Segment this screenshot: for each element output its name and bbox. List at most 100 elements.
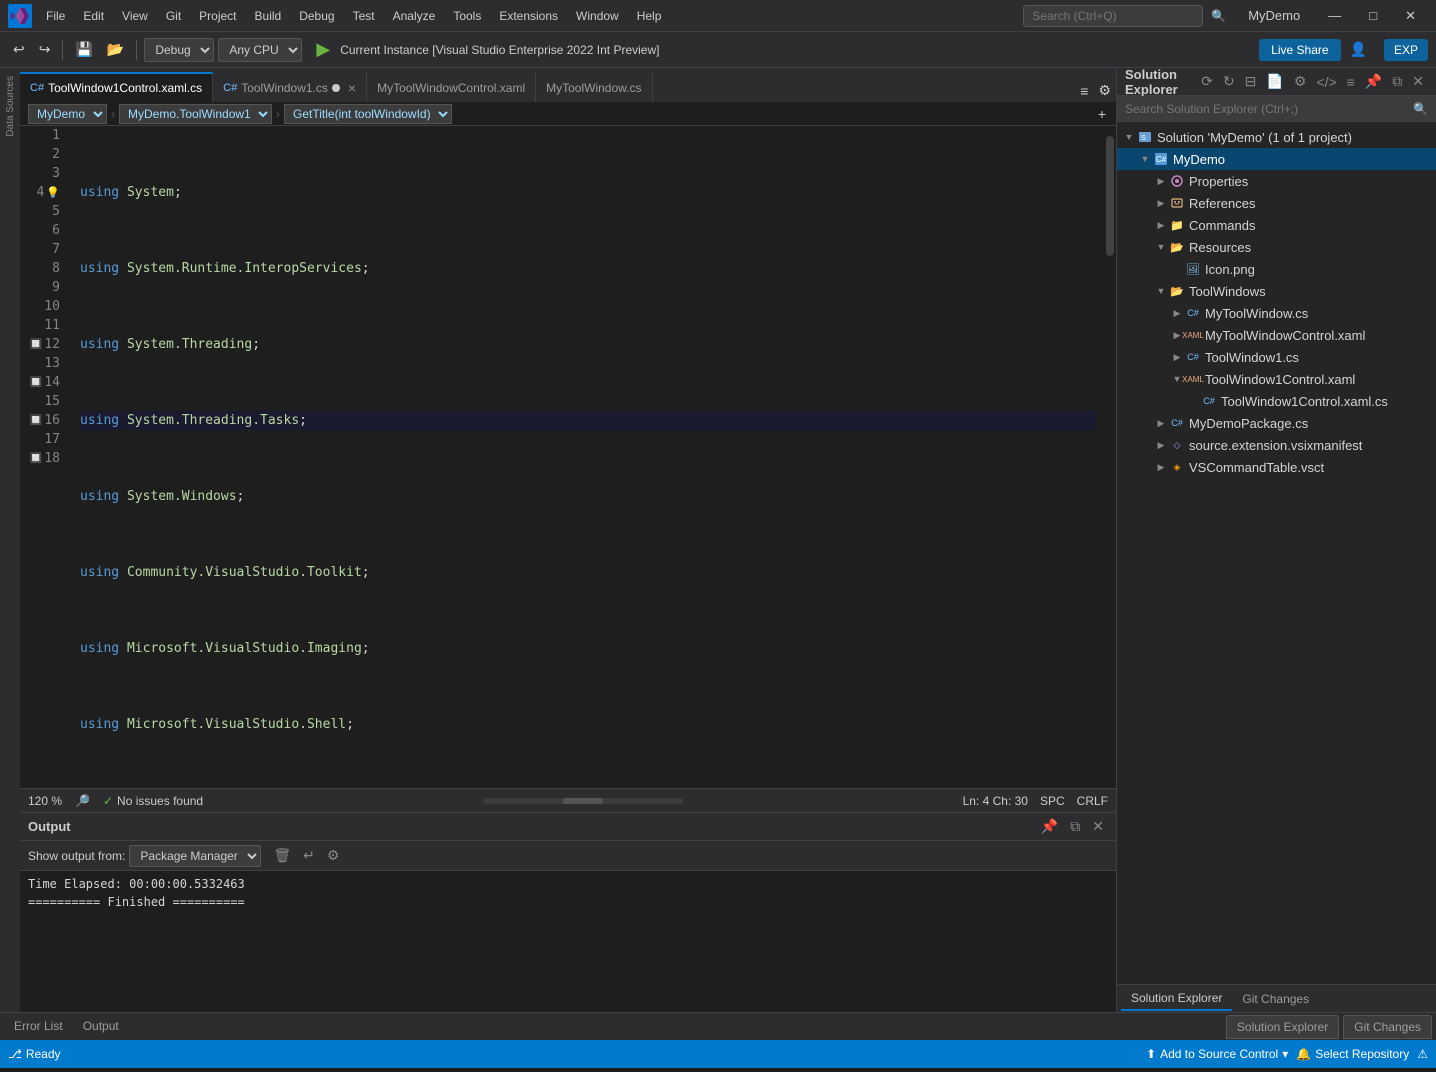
profile-btn[interactable]: 👤 — [1345, 38, 1372, 61]
expand-mytoolwindow[interactable]: ▶ — [1169, 305, 1185, 321]
toolbar-undo[interactable]: ↩ — [8, 38, 30, 61]
menu-git[interactable]: Git — [158, 5, 189, 27]
editor-scrollbar[interactable] — [1104, 126, 1116, 788]
zoom-icon-btn[interactable]: 🔎 — [70, 791, 95, 811]
output-clear-btn[interactable]: 🗑 — [269, 845, 295, 866]
output-close-btn[interactable]: ✕ — [1088, 816, 1108, 837]
toolbar-open[interactable]: 📂 — [102, 38, 129, 61]
output-source-dropdown[interactable]: Package Manager — [129, 845, 261, 867]
output-float-btn[interactable]: ⧉ — [1066, 816, 1084, 837]
bottom-tab-output[interactable]: Output — [73, 1015, 129, 1039]
menu-search-input[interactable] — [1023, 5, 1203, 27]
se-project-item[interactable]: ▼ C# MyDemo — [1117, 148, 1436, 170]
expand-project[interactable]: ▼ — [1137, 151, 1153, 167]
se-sync-btn[interactable]: ⟳ — [1197, 71, 1217, 92]
se-solution-item[interactable]: ▼ S Solution 'MyDemo' (1 of 1 project) — [1117, 126, 1436, 148]
se-pin-btn[interactable]: 📌 — [1361, 71, 1386, 92]
restore-button[interactable]: □ — [1357, 4, 1389, 27]
expand-vsix[interactable]: ▶ — [1153, 437, 1169, 453]
expand-mydemopkg[interactable]: ▶ — [1153, 415, 1169, 431]
toolbar-redo[interactable]: ↪ — [34, 38, 56, 61]
exp-button[interactable]: EXP — [1384, 39, 1428, 61]
expand-references[interactable]: ▶ — [1153, 195, 1169, 211]
se-toolwindow1control-xaml-cs-item[interactable]: C# ToolWindow1Control.xaml.cs — [1117, 390, 1436, 412]
se-collapse-btn[interactable]: ⊟ — [1241, 71, 1261, 92]
tab-mytoolwindow-cs[interactable]: MyToolWindow.cs — [536, 72, 652, 102]
output-filter-btn[interactable]: ⚙ — [323, 845, 344, 866]
tab-toolwindow1control-xaml-cs[interactable]: C# ToolWindow1Control.xaml.cs — [20, 72, 213, 102]
menu-extensions[interactable]: Extensions — [491, 5, 566, 27]
bottom-tab-solution-explorer[interactable]: Solution Explorer — [1226, 1015, 1339, 1039]
se-search-input[interactable] — [1125, 102, 1409, 116]
se-properties-item[interactable]: ▶ Properties — [1117, 170, 1436, 192]
se-refresh-btn[interactable]: ↻ — [1219, 71, 1239, 92]
se-icon-png-item[interactable]: 🖼 Icon.png — [1117, 258, 1436, 280]
select-repository-area[interactable]: 🔔 Select Repository — [1296, 1047, 1409, 1061]
run-button[interactable]: ▶ — [310, 37, 336, 62]
project-dropdown[interactable]: MyDemo — [28, 104, 107, 124]
menu-tools[interactable]: Tools — [445, 5, 489, 27]
bottom-tab-error-list[interactable]: Error List — [4, 1015, 73, 1039]
output-pin-btn[interactable]: 📌 — [1037, 816, 1062, 837]
add-to-source-control-area[interactable]: ⬆ Add to Source Control ▾ — [1146, 1047, 1288, 1061]
se-tab-git-changes[interactable]: Git Changes — [1232, 988, 1319, 1010]
expand-solution[interactable]: ▼ — [1121, 129, 1137, 145]
code-content[interactable]: using System; using System.Runtime.Inter… — [72, 126, 1104, 788]
toolbar-save[interactable]: 💾 — [70, 38, 97, 61]
expand-toolwindows[interactable]: ▼ — [1153, 283, 1169, 299]
tab-settings-btn[interactable]: ⚙ — [1093, 79, 1116, 102]
png-icon: 🖼 — [1185, 261, 1201, 277]
menu-help[interactable]: Help — [629, 5, 670, 27]
menu-file[interactable]: File — [38, 5, 73, 27]
breadcrumb-expand-btn[interactable]: + — [1096, 104, 1108, 124]
menu-project[interactable]: Project — [191, 5, 244, 27]
se-toolwindow1-cs-item[interactable]: ▶ C# ToolWindow1.cs — [1117, 346, 1436, 368]
vsct-label: VSCommandTable.vsct — [1189, 460, 1324, 475]
menu-window[interactable]: Window — [568, 5, 627, 27]
menu-view[interactable]: View — [114, 5, 156, 27]
se-toolwindow1control-xaml-item[interactable]: ▼ XAML ToolWindow1Control.xaml — [1117, 368, 1436, 390]
se-tab-solution-explorer[interactable]: Solution Explorer — [1121, 987, 1232, 1011]
bottom-tab-git-changes[interactable]: Git Changes — [1343, 1015, 1432, 1039]
se-commands-item[interactable]: ▶ 📁 Commands — [1117, 214, 1436, 236]
se-toolwindows-item[interactable]: ▼ 📂 ToolWindows — [1117, 280, 1436, 302]
line-2: 2 — [28, 145, 64, 164]
tab-toolwindow1-cs[interactable]: C# ToolWindow1.cs × — [213, 72, 367, 102]
se-mytoolwindowcontrol-xaml-item[interactable]: ▶ XAML MyToolWindowControl.xaml — [1117, 324, 1436, 346]
expand-resources[interactable]: ▼ — [1153, 239, 1169, 255]
se-vsixmanifest-item[interactable]: ▶ ◇ source.extension.vsixmanifest — [1117, 434, 1436, 456]
se-references-item[interactable]: ▶ References — [1117, 192, 1436, 214]
menu-build[interactable]: Build — [247, 5, 290, 27]
expand-commands[interactable]: ▶ — [1153, 217, 1169, 233]
left-gutter: Data Sources — [0, 68, 20, 1012]
expand-properties[interactable]: ▶ — [1153, 173, 1169, 189]
tab-overflow-btn[interactable]: ≡ — [1075, 80, 1093, 102]
expand-toolwindow1cs[interactable]: ▶ — [1169, 349, 1185, 365]
close-button[interactable]: ✕ — [1393, 4, 1428, 28]
se-mytoolwindow-cs-item[interactable]: ▶ C# MyToolWindow.cs — [1117, 302, 1436, 324]
class-dropdown[interactable]: MyDemo.ToolWindow1 — [119, 104, 272, 124]
output-wrap-btn[interactable]: ↵ — [299, 845, 319, 866]
se-resources-item[interactable]: ▼ 📂 Resources — [1117, 236, 1436, 258]
minimize-button[interactable]: — — [1316, 4, 1353, 27]
menu-edit[interactable]: Edit — [75, 5, 112, 27]
se-close-btn[interactable]: ✕ — [1408, 71, 1428, 92]
menu-debug[interactable]: Debug — [291, 5, 342, 27]
se-show-files-btn[interactable]: 📄 — [1262, 71, 1287, 92]
menu-analyze[interactable]: Analyze — [385, 5, 444, 27]
menu-test[interactable]: Test — [345, 5, 383, 27]
line-11: 11 — [28, 316, 64, 335]
se-code-btn[interactable]: </> — [1312, 72, 1340, 92]
method-dropdown[interactable]: GetTitle(int toolWindowId) — [284, 104, 452, 124]
expand-vsct[interactable]: ▶ — [1153, 459, 1169, 475]
platform-dropdown[interactable]: Any CPU — [218, 38, 302, 62]
live-share-button[interactable]: Live Share — [1259, 39, 1340, 61]
se-float-btn[interactable]: ⧉ — [1388, 71, 1406, 92]
se-more-btn[interactable]: ≡ — [1343, 72, 1359, 92]
se-mydemopkg-item[interactable]: ▶ C# MyDemoPackage.cs — [1117, 412, 1436, 434]
debug-config-dropdown[interactable]: Debug — [144, 38, 214, 62]
tab-close-btn[interactable]: × — [348, 80, 356, 96]
tab-mytoolwindowcontrol-xaml[interactable]: MyToolWindowControl.xaml — [367, 72, 536, 102]
se-settings-btn[interactable]: ⚙ — [1290, 71, 1311, 92]
se-vsct-item[interactable]: ▶ ◈ VSCommandTable.vsct — [1117, 456, 1436, 478]
